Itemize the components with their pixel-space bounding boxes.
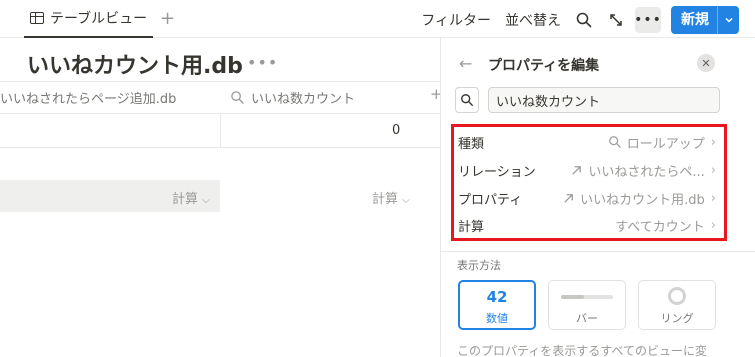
column-header-rollup[interactable]: いいね数カウント [230,82,355,112]
chevron-right-icon: › [710,217,716,233]
property-name-row [455,87,720,113]
column-header-label: いいね数カウント [251,91,356,107]
page-title[interactable]: いいねカウント用.db [27,48,243,80]
property-row-value: いいねされたらペ... › [570,161,716,180]
edit-property-panel: ← プロパティを編集 ✕ 種類 ロールアップ › リレーション いいねされたらペ… [440,38,755,357]
property-row-label: プロパティ [458,192,523,208]
arrow-up-right-icon [570,164,583,177]
table-cell-count[interactable]: 0 [392,123,400,138]
chevron-right-icon: › [710,134,716,150]
ring-preview-icon [668,287,686,305]
display-option-label: バー [576,312,598,325]
display-option-ring[interactable]: リング [638,280,716,330]
property-row-relation[interactable]: リレーション いいねされたらペ... › [458,157,716,183]
toolbar-actions: フィルター 並べ替え ••• 新規 [407,6,739,34]
new-button-label: 新規 [681,12,709,28]
filter-button[interactable]: フィルター [421,10,491,30]
column-header-relation[interactable]: いいねされたらページ追加.db [0,82,176,112]
calculation-row: 計算 ⌵ 計算 ⌵ [0,180,440,212]
top-toolbar: テーブルビュー + フィルター 並べ替え ••• 新規 [0,0,755,38]
tab-label: テーブルビュー [50,11,148,27]
row-divider [0,147,440,148]
title-more-icon[interactable]: ••• [247,53,278,72]
tab-table-view[interactable]: テーブルビュー [24,0,154,38]
panel-header: ← プロパティを編集 ✕ [441,52,755,76]
chevron-right-icon: › [710,190,716,206]
property-row-label: 種類 [458,136,485,152]
column-header-label: いいねされたらページ追加.db [0,91,177,107]
chevron-down-icon[interactable] [717,6,739,34]
display-option-bar[interactable]: バー [548,280,626,330]
bar-preview [561,295,613,299]
arrow-up-right-icon [562,192,575,205]
property-row-label: 計算 [458,219,485,235]
section-divider [441,251,755,252]
property-type-icon-button[interactable] [455,87,479,113]
display-option-number[interactable]: 42 数値 [458,280,536,330]
property-name-input[interactable] [488,87,720,113]
property-row-value: ロールアップ › [608,133,716,152]
column-divider [220,113,221,147]
calculate-dropdown[interactable]: 計算 ⌵ [172,188,210,207]
close-icon[interactable]: ✕ [697,54,715,72]
property-row-type[interactable]: 種類 ロールアップ › [458,129,716,155]
more-options-button[interactable]: ••• [634,7,661,33]
property-row-value: すべてカウント › [615,217,716,235]
panel-title: プロパティを編集 [488,58,600,74]
table-icon [30,12,44,24]
property-row-label: リレーション [458,164,536,180]
search-icon [608,135,622,149]
display-section-label: 表示方法 [457,259,501,272]
search-icon[interactable] [575,11,593,29]
expand-icon[interactable] [607,11,625,29]
sort-button[interactable]: 並べ替え [505,10,561,30]
footer-note: このプロパティを表示するすべてのビューに変 [457,344,707,357]
property-row-calculate[interactable]: 計算 すべてカウント › [458,212,716,238]
bar-preview-fill [561,295,585,299]
search-icon [461,94,473,106]
new-button[interactable]: 新規 [671,6,739,34]
property-row-value: いいねカウント用.db › [562,189,716,208]
number-preview: 42 [486,288,508,306]
display-option-label: リング [660,312,694,325]
property-row-property[interactable]: プロパティ いいねカウント用.db › [458,185,716,211]
chevron-right-icon: › [710,162,716,178]
search-icon [231,90,244,104]
calculate-dropdown[interactable]: 計算 ⌵ [372,188,410,207]
add-view-icon[interactable]: + [160,9,175,29]
display-option-label: 数値 [486,312,508,325]
back-arrow-icon[interactable]: ← [459,54,472,73]
